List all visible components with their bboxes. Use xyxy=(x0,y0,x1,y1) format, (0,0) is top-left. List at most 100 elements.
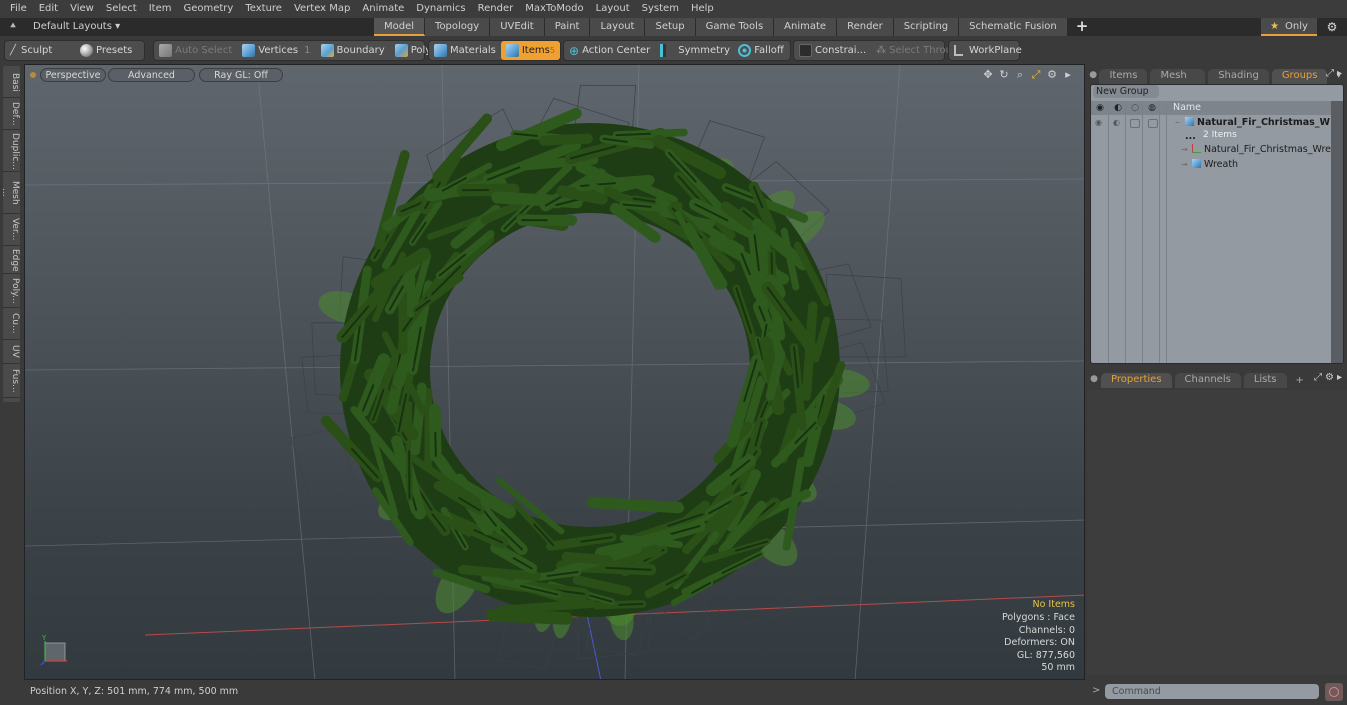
left-tab-cu[interactable]: Cu... xyxy=(3,308,20,340)
tab-uvedit[interactable]: UVEdit xyxy=(490,18,545,36)
panel-menu-dot-icon[interactable]: ● xyxy=(1087,370,1101,388)
left-tab-edge[interactable]: Edge xyxy=(3,246,20,274)
menu-file[interactable]: File xyxy=(4,0,33,18)
record-macro-icon[interactable] xyxy=(1325,683,1343,701)
panel-settings-gear-icon[interactable]: ⚙ xyxy=(1325,372,1337,383)
row-select-checkbox[interactable] xyxy=(1148,119,1158,128)
menu-dynamics[interactable]: Dynamics xyxy=(410,0,471,18)
left-tab-fus[interactable]: Fus... xyxy=(3,364,20,398)
menu-bar: File Edit View Select Item Geometry Texture Ver… xyxy=(0,0,1347,18)
left-tab-uv[interactable]: UV xyxy=(3,340,20,364)
menu-select[interactable]: Select xyxy=(100,0,143,18)
sculpt-button[interactable]: ╱ Sculpt xyxy=(5,41,75,60)
panel-tab-mesh[interactable]: Mesh ... xyxy=(1150,69,1206,95)
vertices-button[interactable]: Vertices 1 xyxy=(237,41,315,60)
command-input[interactable] xyxy=(1105,684,1319,699)
shading-mode-button[interactable]: Advanced xyxy=(108,68,195,82)
row-lock-checkbox[interactable] xyxy=(1130,119,1140,128)
tab-animate[interactable]: Animate xyxy=(774,18,838,36)
menu-edit[interactable]: Edit xyxy=(33,0,64,18)
tab-model[interactable]: Model xyxy=(374,18,426,36)
panel-maximize-icon[interactable]: ⤢ xyxy=(1326,68,1337,79)
panel-expand-arrow-icon[interactable]: ▸ xyxy=(1337,372,1345,383)
menu-vertex-map[interactable]: Vertex Map xyxy=(288,0,356,18)
menu-geometry[interactable]: Geometry xyxy=(177,0,239,18)
menu-view[interactable]: View xyxy=(64,0,100,18)
auto-select-button[interactable]: Auto Select xyxy=(154,41,237,60)
viewport-settings-gear-icon[interactable]: ⚙ xyxy=(1046,68,1058,82)
menu-help[interactable]: Help xyxy=(685,0,720,18)
menu-animate[interactable]: Animate xyxy=(356,0,410,18)
select-through-icon: ⁂ xyxy=(876,45,887,56)
viewport-menu-dot-icon[interactable] xyxy=(30,72,36,78)
viewport-expand-arrow-icon[interactable]: ▸ xyxy=(1062,68,1074,82)
left-tab-def[interactable]: Def... xyxy=(3,98,20,130)
menu-layout[interactable]: Layout xyxy=(590,0,636,18)
tab-setup[interactable]: Setup xyxy=(645,18,696,36)
falloff-icon xyxy=(738,44,752,57)
layout-settings-gear-icon[interactable]: ⚙ xyxy=(1321,18,1343,36)
panel-expand-arrow-icon[interactable]: ▸ xyxy=(1337,68,1345,79)
default-layouts-dropdown[interactable]: Default Layouts ▾ xyxy=(33,18,120,36)
tab-layout[interactable]: Layout xyxy=(590,18,646,36)
panel-tab-channels[interactable]: Channels xyxy=(1174,373,1241,388)
tab-paint[interactable]: Paint xyxy=(544,18,591,36)
panel-tab-lists[interactable]: Lists xyxy=(1243,373,1287,388)
render-column-icon[interactable]: ◐ xyxy=(1112,102,1124,114)
left-tab-poly[interactable]: Poly... xyxy=(3,274,20,308)
tab-render[interactable]: Render xyxy=(837,18,894,36)
raygl-button[interactable]: Ray GL: Off xyxy=(199,68,283,82)
left-tab-ver[interactable]: Ver... xyxy=(3,214,20,246)
left-tab-duplic[interactable]: Duplic... xyxy=(3,130,20,172)
materials-button[interactable]: Materials xyxy=(429,41,501,60)
layout-home-icon[interactable]: ⯅ xyxy=(6,20,20,34)
visibility-column-eye-icon[interactable]: ◉ xyxy=(1094,102,1106,114)
left-tab-mesh[interactable]: Mesh ... xyxy=(0,172,20,214)
panel-maximize-icon[interactable]: ⤢ xyxy=(1314,372,1325,383)
panel-tab-items[interactable]: Items xyxy=(1099,69,1148,84)
add-panel-tab-button[interactable]: + xyxy=(1290,373,1310,388)
zoom-icon[interactable]: ⌕ xyxy=(1014,68,1026,82)
menu-texture[interactable]: Texture xyxy=(239,0,288,18)
maximize-icon[interactable]: ⤢ xyxy=(1030,68,1042,82)
panel-controls: ⤢▸ xyxy=(1326,68,1345,79)
panel-menu-dot-icon[interactable]: ● xyxy=(1087,66,1099,84)
action-center-label: Action Center xyxy=(582,45,651,56)
tab-topology[interactable]: Topology xyxy=(425,18,491,36)
tree-item-row[interactable]: → Wreath xyxy=(1091,158,1332,172)
falloff-button[interactable]: Falloff xyxy=(733,41,789,60)
panel-tab-shading[interactable]: Shading xyxy=(1208,69,1269,84)
rotate-icon[interactable]: ↻ xyxy=(998,68,1010,82)
select-column-icon[interactable]: ◍ xyxy=(1146,102,1158,114)
items-count: 5 xyxy=(549,46,555,55)
constraints-button[interactable]: Constrai... xyxy=(794,41,871,60)
pan-icon[interactable]: ✥ xyxy=(982,68,994,82)
menu-maxtomodo[interactable]: MaxToModo xyxy=(519,0,589,18)
constraints-group: Constrai... ⁂ Select Through xyxy=(793,40,965,61)
panel-tab-groups[interactable]: Groups xyxy=(1271,69,1328,84)
add-tab-button[interactable]: + xyxy=(1068,18,1097,36)
tab-game-tools[interactable]: Game Tools xyxy=(695,18,775,36)
presets-button[interactable]: Presets xyxy=(75,41,137,60)
new-group-button[interactable]: New Group xyxy=(1093,85,1159,98)
panel-tab-properties[interactable]: Properties xyxy=(1101,373,1172,388)
items-button[interactable]: Items 5 xyxy=(500,41,560,60)
3d-viewport[interactable]: Perspective Advanced Ray GL: Off ✥ ↻ ⌕ ⤢… xyxy=(24,64,1085,680)
tab-schematic-fusion[interactable]: Schematic Fusion xyxy=(959,18,1068,36)
menu-item[interactable]: Item xyxy=(143,0,178,18)
tree-item-row[interactable]: → Natural_Fir_Christmas_Wre ... xyxy=(1091,143,1332,169)
only-toggle[interactable]: ★ Only xyxy=(1261,18,1317,36)
symmetry-button[interactable]: Symmetry xyxy=(655,41,733,60)
left-tab-basi[interactable]: Basi xyxy=(3,68,20,98)
tab-scripting[interactable]: Scripting xyxy=(893,18,960,36)
workplane-button[interactable]: WorkPlane xyxy=(949,41,1027,60)
view-mode-button[interactable]: Perspective xyxy=(40,68,106,82)
name-column-header[interactable]: Name xyxy=(1173,101,1201,115)
groups-scrollbar[interactable] xyxy=(1331,101,1343,363)
lock-column-icon[interactable]: ◌ xyxy=(1129,102,1141,114)
group-item-count: 2 Items xyxy=(1203,130,1237,140)
menu-system[interactable]: System xyxy=(636,0,685,18)
menu-render[interactable]: Render xyxy=(472,0,520,18)
action-center-button[interactable]: ⊕ Action Center xyxy=(564,41,655,60)
boundary-button[interactable]: Boundary xyxy=(316,41,390,60)
